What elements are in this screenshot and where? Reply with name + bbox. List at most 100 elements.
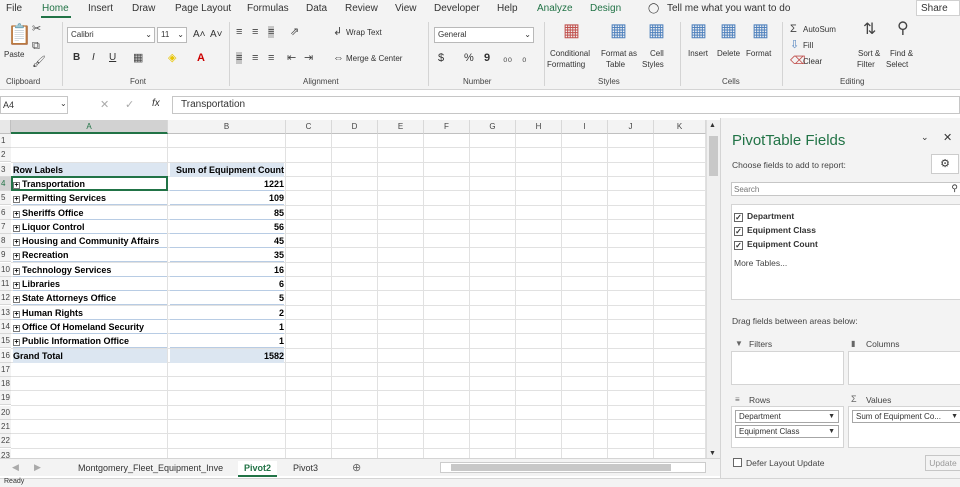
pivot-row-value[interactable]: 1221 — [170, 177, 284, 191]
hscroll-thumb[interactable] — [451, 464, 671, 471]
pivot-row-label[interactable]: + Technology Services — [13, 263, 167, 277]
select-all-button[interactable] — [0, 120, 11, 134]
align-bottom-icon[interactable]: ≡ — [268, 26, 275, 38]
sort-filter-button[interactable]: Sort & — [858, 49, 880, 59]
copy-icon[interactable]: ⧉ — [32, 40, 40, 52]
row-header-18[interactable]: 18 — [0, 377, 11, 392]
pivot-header-sum[interactable]: Sum of Equipment Count — [170, 162, 284, 177]
gear-icon[interactable]: ⚙ — [931, 154, 959, 174]
expand-icon[interactable]: + — [13, 296, 20, 304]
increase-decimal-icon[interactable]: ₀₀ — [503, 52, 512, 64]
row-header-1[interactable]: 1 — [0, 134, 11, 148]
tab-developer[interactable]: Developer — [434, 3, 480, 14]
column-header-a[interactable]: A — [11, 120, 168, 134]
sheet-tab-pivot2[interactable]: Pivot2 — [238, 461, 278, 477]
grand-total-value[interactable]: 1582 — [170, 348, 284, 363]
field-equipment-count[interactable]: ✓ Equipment Count — [734, 239, 818, 250]
close-icon[interactable]: ✕ — [943, 131, 952, 144]
row-header-20[interactable]: 20 — [0, 405, 11, 420]
horizontal-scrollbar[interactable] — [440, 462, 706, 473]
tab-formulas[interactable]: Formulas — [247, 3, 289, 14]
update-button[interactable]: Update — [925, 455, 960, 471]
column-header-e[interactable]: E — [378, 120, 424, 134]
column-header-b[interactable]: B — [168, 120, 286, 134]
rows-drop-area[interactable]: Department ▼ Equipment Class ▼ — [731, 406, 844, 448]
shrink-font-button[interactable]: A˅ — [210, 30, 223, 40]
column-header-g[interactable]: G — [470, 120, 516, 134]
row-header-23[interactable]: 23 — [0, 448, 11, 458]
cell-styles-button[interactable]: Cell — [650, 49, 664, 59]
share-button[interactable]: Share — [916, 0, 960, 16]
column-header-i[interactable]: I — [562, 120, 608, 134]
expand-icon[interactable]: + — [13, 310, 20, 318]
number-format-select[interactable]: General ⌄ — [434, 27, 534, 43]
grow-font-button[interactable]: A˄ — [193, 30, 206, 40]
italic-button[interactable]: I — [92, 53, 95, 63]
pivot-row-label[interactable]: + Liquor Control — [13, 220, 167, 234]
pivot-row-value[interactable]: 85 — [170, 206, 284, 220]
autosum-button[interactable]: AutoSum — [803, 25, 836, 35]
expand-icon[interactable]: + — [13, 239, 20, 247]
pivot-header-row-labels[interactable]: Row Labels — [13, 162, 167, 177]
search-input[interactable] — [732, 183, 932, 195]
font-color-icon[interactable]: A — [197, 52, 205, 64]
prev-sheet-icon[interactable]: ◀ — [12, 462, 19, 473]
column-header-d[interactable]: D — [332, 120, 378, 134]
pivot-row-label[interactable]: + Recreation — [13, 248, 167, 263]
pivot-row-label[interactable]: + Public Information Office — [13, 334, 167, 349]
more-tables-link[interactable]: More Tables... — [734, 258, 787, 268]
pivot-row-value[interactable]: 35 — [170, 248, 284, 263]
scroll-up-icon[interactable]: ▲ — [709, 122, 716, 129]
tab-view[interactable]: View — [395, 3, 417, 14]
chevron-down-icon[interactable]: ⌄ — [60, 99, 67, 108]
pivot-row-value[interactable]: 6 — [170, 277, 284, 291]
pivot-row-label[interactable]: + State Attorneys Office — [13, 291, 167, 306]
pivot-row-value[interactable]: 1 — [170, 334, 284, 349]
expand-icon[interactable]: + — [13, 282, 20, 289]
tab-insert[interactable]: Insert — [88, 3, 113, 14]
enter-icon[interactable]: ✓ — [125, 98, 134, 111]
checkbox-checked[interactable]: ✓ — [734, 241, 743, 250]
column-header-f[interactable]: F — [424, 120, 470, 134]
pivot-row-label[interactable]: + Housing and Community Affairs — [13, 234, 167, 249]
column-header-j[interactable]: J — [608, 120, 654, 134]
row-header-19[interactable]: 19 — [0, 391, 11, 406]
tab-home[interactable]: Home — [42, 3, 69, 14]
clear-button[interactable]: Clear — [803, 57, 822, 67]
font-name-select[interactable]: Calibri ⌄ — [67, 27, 155, 43]
tab-review[interactable]: Review — [345, 3, 378, 14]
pivot-row-value[interactable]: 16 — [170, 263, 284, 277]
defer-layout-checkbox[interactable]: Defer Layout Update — [733, 458, 824, 468]
fill-button[interactable]: Fill — [803, 41, 813, 51]
row-field-department[interactable]: Department ▼ — [735, 410, 839, 423]
sheet-tab-pivot3[interactable]: Pivot3 — [287, 461, 324, 475]
pivot-row-label[interactable]: + Office Of Homeland Security — [13, 320, 167, 334]
sheet-tab-fleet[interactable]: Montgomery_Fleet_Equipment_Inve — [72, 461, 229, 475]
checkbox-checked[interactable]: ✓ — [734, 227, 743, 236]
cancel-icon[interactable]: ✕ — [100, 98, 109, 111]
pivot-row-value[interactable]: 1 — [170, 320, 284, 334]
decrease-decimal-icon[interactable]: ₀ — [522, 52, 527, 64]
add-sheet-icon[interactable]: ⊕ — [352, 461, 361, 474]
row-header-14[interactable]: 14 — [0, 319, 11, 334]
pivot-row-value[interactable]: 2 — [170, 306, 284, 320]
row-header-21[interactable]: 21 — [0, 420, 11, 434]
checkbox-checked[interactable]: ✓ — [734, 213, 743, 222]
expand-icon[interactable]: + — [13, 339, 20, 347]
row-header-17[interactable]: 17 — [0, 362, 11, 377]
vertical-scrollbar[interactable]: ▲ ▼ — [706, 120, 720, 460]
pivot-row-value[interactable]: 56 — [170, 220, 284, 234]
column-header-k[interactable]: K — [654, 120, 706, 134]
row-header-2[interactable]: 2 — [0, 148, 11, 163]
currency-button[interactable]: $ — [438, 53, 444, 64]
tab-draw[interactable]: Draw — [132, 3, 155, 14]
paste-icon[interactable]: 📋 — [7, 24, 32, 46]
tab-analyze[interactable]: Analyze — [537, 3, 573, 14]
row-header-12[interactable]: 12 — [0, 291, 11, 306]
pivot-row-value[interactable]: 45 — [170, 234, 284, 249]
value-field-sum[interactable]: Sum of Equipment Co... ▼ — [852, 410, 960, 423]
column-header-c[interactable]: C — [286, 120, 332, 134]
pivot-row-label[interactable]: + Libraries — [13, 277, 167, 291]
tab-help[interactable]: Help — [497, 3, 518, 14]
pivot-row-label[interactable]: + Permitting Services — [13, 191, 167, 206]
